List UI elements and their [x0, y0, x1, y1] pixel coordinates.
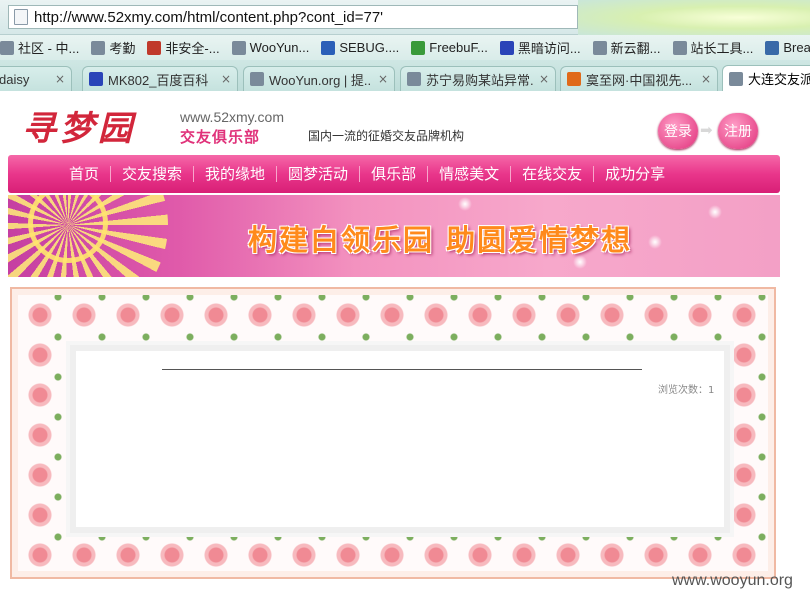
arrow-icon: ➡ — [700, 121, 713, 139]
bookmark-label: 新云翻... — [610, 41, 661, 56]
han-icon — [567, 72, 581, 86]
page-icon — [14, 9, 28, 25]
nav-item[interactable]: 圆梦活动 — [277, 166, 361, 182]
page-icon — [592, 40, 607, 55]
bookmark-item[interactable]: WooYun... — [231, 40, 310, 55]
browser-tab[interactable]: WooYun.org | 提... × — [243, 66, 395, 91]
nav-item[interactable]: 交友搜索 — [111, 166, 195, 182]
page-icon — [91, 40, 106, 55]
bookmark-item[interactable]: 新云翻... — [592, 38, 661, 57]
paw-icon — [89, 72, 103, 86]
bookmark-label: FreebuF... — [429, 40, 488, 55]
bookmark-label: 非安全-... — [165, 41, 220, 56]
bookmarks-bar: 社区 - 中... 考勤 非安全-... WooYun... SEBUG.... Free… — [0, 35, 810, 60]
nav-item[interactable]: 在线交友 — [511, 166, 595, 182]
bookmark-label: Bread's ... — [783, 40, 810, 55]
bookmark-item[interactable]: 考勤 — [91, 38, 135, 57]
browser-tab[interactable]: daisy × — [0, 66, 72, 91]
login-button[interactable]: 登录 — [658, 113, 698, 149]
no-icon — [147, 40, 162, 55]
nav-item[interactable]: 我的缘地 — [194, 166, 278, 182]
tab-label: 苏宁易购某站异常... — [426, 72, 533, 88]
s-icon — [321, 40, 336, 55]
site-slogan: 国内一流的征婚交友品牌机构 — [308, 129, 465, 143]
tab-label: WooYun.org | 提... — [269, 72, 372, 88]
web-page: 寻梦园 www.52xmy.com 交友俱乐部 国内一流的征婚交友品牌机构 登录… — [0, 91, 810, 593]
sparkle-decoration — [648, 235, 662, 249]
bookmark-item[interactable]: Bread's ... — [765, 40, 810, 55]
leaf-icon — [411, 40, 426, 55]
bookmark-item[interactable]: 站长工具... — [672, 38, 754, 57]
bookmark-label: 黑暗访问... — [517, 41, 581, 56]
tab-label: 大连交友派 — [748, 72, 810, 87]
banner-slogan: 构建白领乐园 助圆爱情梦想 — [248, 223, 633, 257]
tab-bar: daisy × MK802_百度百科 × WooYun.org | 提... × 苏宁易购某… — [0, 60, 810, 91]
close-tab-icon[interactable]: × — [221, 72, 231, 86]
page-icon — [250, 72, 264, 86]
main-nav: 首页 交友搜索 我的缘地 圆梦活动 俱乐部 情感美文 在线交友 成功分享 — [8, 155, 780, 193]
globe-icon — [765, 40, 780, 55]
bookmark-item[interactable]: FreebuF... — [411, 40, 488, 55]
nav-item[interactable]: 成功分享 — [594, 166, 676, 182]
close-tab-icon[interactable]: × — [539, 72, 549, 86]
browser-tab[interactable]: 苏宁易购某站异常... × — [400, 66, 556, 91]
toolbar-decoration — [578, 0, 810, 35]
nav-item[interactable]: 俱乐部 — [360, 166, 429, 182]
tab-label: 寞至网·中国视先... — [586, 72, 693, 88]
rose-border-decoration: 浏览次数：1 — [18, 295, 768, 571]
bookmark-label: SEBUG.... — [339, 40, 400, 55]
banner: 构建白领乐园 助圆爱情梦想 — [8, 195, 780, 277]
nav-items: 首页 交友搜索 我的缘地 圆梦活动 俱乐部 情感美文 在线交友 成功分享 — [58, 155, 676, 193]
bookmark-label: 站长工具... — [690, 41, 754, 56]
address-bar-area: http://www.52xmy.com/html/content.php?co… — [0, 0, 810, 35]
view-count: 浏览次数：1 — [658, 385, 715, 396]
watermark: www.wooyun.org — [672, 572, 793, 589]
nav-item[interactable]: 首页 — [58, 166, 112, 182]
nav-item[interactable]: 情感美文 — [428, 166, 512, 182]
bookmark-item[interactable]: SEBUG.... — [321, 40, 399, 55]
title-divider — [162, 369, 642, 370]
sparkle-decoration — [708, 205, 722, 219]
tab-label: MK802_百度百科 — [108, 72, 209, 88]
page-icon — [231, 40, 246, 55]
paw-icon — [499, 40, 514, 55]
address-bar[interactable]: http://www.52xmy.com/html/content.php?co… — [8, 5, 578, 29]
site-domain: www.52xmy.com — [180, 109, 284, 125]
close-tab-icon[interactable]: × — [378, 72, 388, 86]
close-tab-icon[interactable]: × — [55, 72, 65, 86]
article-area: 浏览次数：1 — [70, 345, 730, 533]
content-frame: 浏览次数：1 — [10, 287, 776, 579]
bookmark-label: WooYun... — [249, 40, 310, 55]
bookmark-label: 社区 - 中... — [18, 41, 80, 56]
bookmark-item[interactable]: 非安全-... — [147, 38, 220, 57]
club-name: 交友俱乐部 — [180, 128, 261, 146]
sparkle-decoration — [458, 197, 472, 211]
browser-tab[interactable]: 大连交友派 — [722, 65, 810, 91]
browser-tab[interactable]: MK802_百度百科 × — [82, 66, 238, 91]
tab-label: daisy — [0, 71, 30, 87]
page-icon — [672, 40, 687, 55]
page-icon — [729, 71, 743, 86]
page-icon — [0, 40, 14, 55]
site-logo[interactable]: 寻梦园 — [22, 101, 136, 150]
page-icon — [407, 72, 421, 86]
register-button[interactable]: 注册 — [718, 113, 758, 149]
close-tab-icon[interactable]: × — [701, 72, 711, 86]
site-header: 寻梦园 www.52xmy.com 交友俱乐部 国内一流的征婚交友品牌机构 登录… — [8, 93, 780, 153]
bookmark-label: 考勤 — [109, 41, 136, 56]
url-text[interactable]: http://www.52xmy.com/html/content.php?co… — [34, 9, 383, 26]
browser-tab[interactable]: 寞至网·中国视先... × — [560, 66, 718, 91]
bookmark-item[interactable]: 黑暗访问... — [499, 38, 581, 57]
bookmark-item[interactable]: 社区 - 中... — [0, 38, 79, 57]
